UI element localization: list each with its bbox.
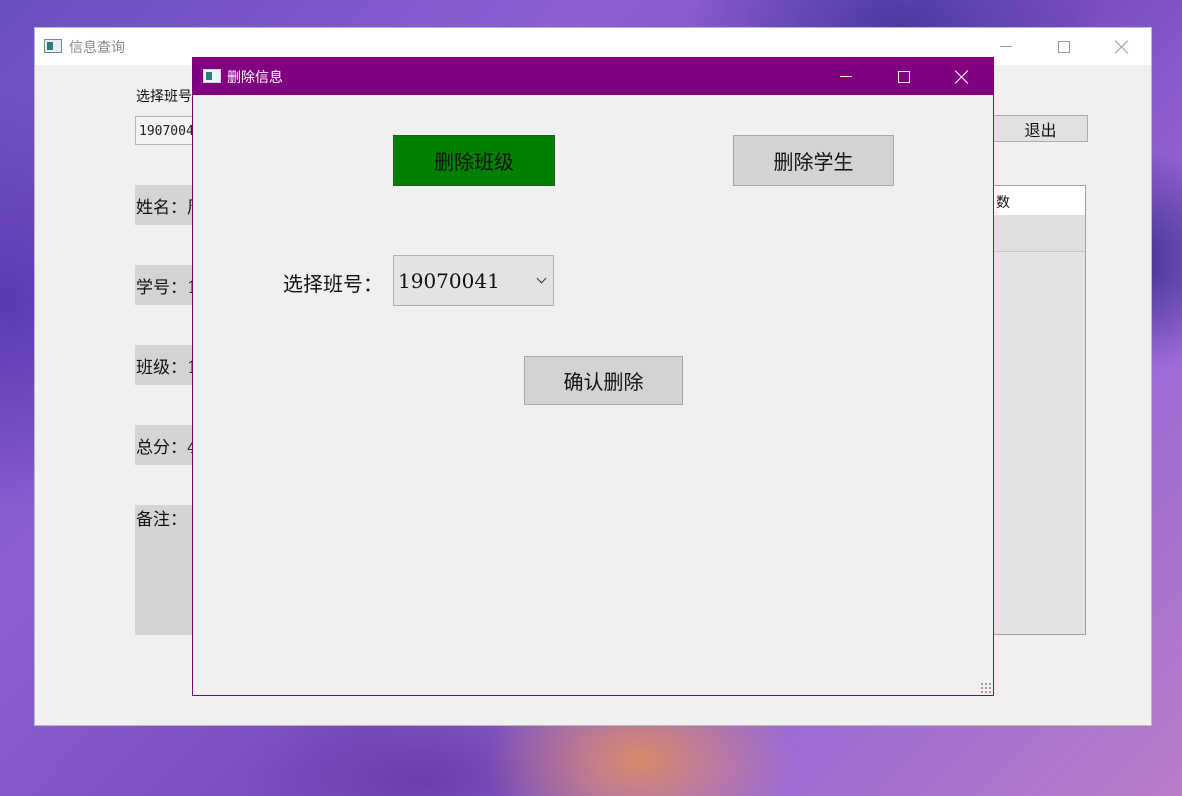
close-icon — [1115, 40, 1129, 54]
select-class-label: 选择班号： — [283, 272, 383, 296]
app-window-icon — [44, 39, 62, 53]
delete-info-dialog: 删除信息 删除班级 删除学生 选择班号： 19070041 确认删除 — [192, 57, 994, 696]
app-window-icon — [203, 69, 221, 83]
score-table[interactable]: 数 — [993, 185, 1086, 635]
dialog-minimize-button[interactable] — [817, 58, 875, 95]
class-select-value: 19070041 — [398, 269, 500, 293]
info-query-title: 信息查询 — [69, 40, 125, 56]
dialog-close-button[interactable] — [933, 58, 991, 95]
maximize-icon — [1058, 40, 1070, 53]
dialog-maximize-button[interactable] — [875, 58, 933, 95]
delete-class-button[interactable]: 删除班级 — [393, 135, 555, 186]
delete-student-button[interactable]: 删除学生 — [733, 135, 894, 186]
confirm-delete-button[interactable]: 确认删除 — [524, 356, 683, 405]
maximize-button[interactable] — [1035, 28, 1093, 65]
exit-button[interactable]: 退出 — [993, 115, 1088, 142]
table-header[interactable]: 数 — [994, 186, 1085, 215]
minimize-icon — [840, 76, 852, 77]
maximize-icon — [898, 70, 910, 83]
class-select[interactable]: 19070041 — [393, 255, 554, 306]
close-icon — [955, 70, 969, 84]
chevron-down-icon — [536, 273, 547, 284]
dialog-titlebar[interactable]: 删除信息 — [193, 58, 993, 95]
resize-grip-icon[interactable] — [980, 682, 991, 693]
dialog-title: 删除信息 — [227, 70, 283, 86]
minimize-icon — [1000, 46, 1012, 47]
select-class-label: 选择班号 — [136, 89, 192, 105]
close-button[interactable] — [1093, 28, 1151, 65]
table-row[interactable] — [994, 215, 1085, 252]
